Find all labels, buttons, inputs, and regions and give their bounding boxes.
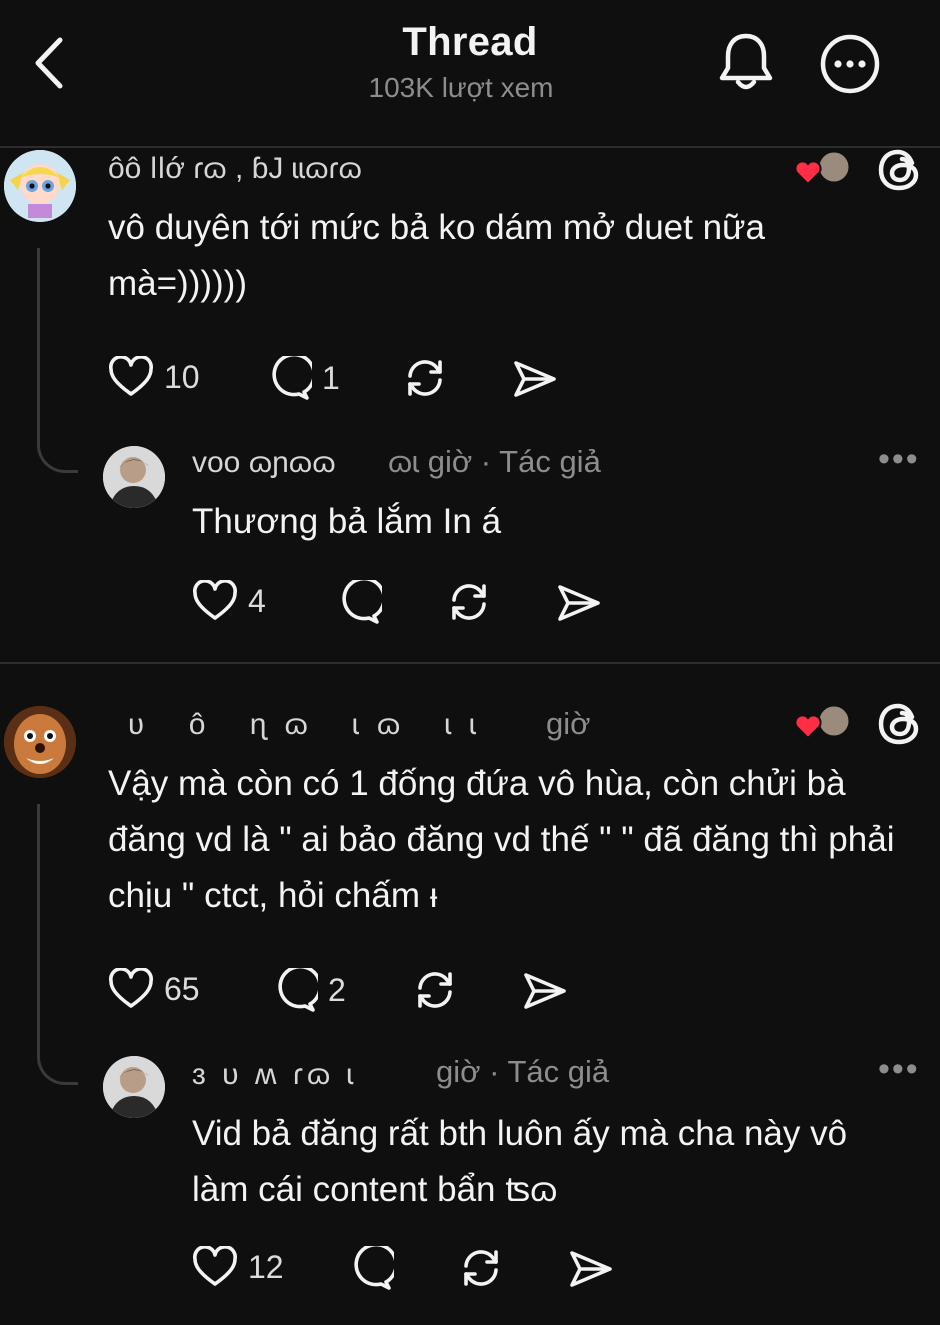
comment-divider (0, 662, 940, 664)
page-title: Thread (402, 20, 538, 64)
heart-icon (109, 356, 153, 396)
comment-time: giờ (546, 706, 591, 741)
threads-logo-icon[interactable] (876, 146, 924, 194)
reply-time-author: giờ · Tác giả (436, 1054, 610, 1089)
comment-bubble-icon (278, 968, 318, 1012)
reply-more-options-icon[interactable]: ••• (878, 1050, 920, 1089)
reply-text: Vid bả đăng rất bth luôn ấy mà cha này v… (192, 1114, 848, 1209)
comment-text: Vậy mà còn có 1 đống đứa vô hùa, còn chử… (108, 764, 895, 915)
avatar[interactable] (4, 150, 76, 222)
view-count: 103K lượt xem (368, 72, 554, 103)
like-button[interactable]: 10 (108, 356, 200, 398)
reply-count: 2 (328, 971, 346, 1008)
like-count: 65 (164, 970, 200, 1007)
avatar-cartoon-icon (4, 150, 76, 222)
bell-icon[interactable] (716, 30, 776, 94)
reply-time-author: ɷɩ giờ · Tác giả (388, 444, 601, 479)
like-count: 10 (164, 358, 200, 395)
comment-bubble-icon (272, 356, 312, 400)
reply-username[interactable]: voo ɷɲɷɷ (192, 446, 336, 480)
like-button[interactable]: 65 (108, 968, 200, 1010)
avatar[interactable] (103, 1056, 165, 1118)
reply-more-options-icon[interactable]: ••• (878, 440, 920, 479)
avatar-photo-icon (103, 446, 165, 508)
repost-icon[interactable] (402, 356, 448, 400)
comment-username[interactable]: ôô ǀǀớ ɾɷ , ɓJ ɩɩɷɾɷ (108, 152, 362, 186)
share-send-icon[interactable] (556, 582, 602, 624)
avatar[interactable] (103, 446, 165, 508)
comment-text: vô duyên tới mức bả ko dám mở duet nữa m… (108, 208, 765, 303)
like-button[interactable]: 12 (192, 1246, 284, 1288)
repost-icon[interactable] (446, 580, 492, 624)
reply-button[interactable]: 1 (266, 356, 340, 400)
thread-connector (37, 804, 78, 1085)
repost-icon[interactable] (458, 1246, 504, 1290)
comment-bubble-icon[interactable] (348, 1246, 394, 1290)
avatar-face-icon (4, 706, 76, 778)
avatar-photo-icon (103, 1056, 165, 1118)
reply-button[interactable]: 2 (272, 968, 346, 1012)
threads-logo-icon[interactable] (876, 700, 924, 748)
like-count: 12 (248, 1248, 284, 1285)
heart-icon (193, 1246, 237, 1286)
top-bar: Thread 103K lượt xem (0, 0, 940, 146)
reply-username[interactable]: ɜ ᴜ ʍ ɾɷ ɩ (192, 1058, 357, 1092)
avatar[interactable] (4, 706, 76, 778)
heart-icon (109, 968, 153, 1008)
share-send-icon[interactable] (568, 1248, 614, 1290)
share-send-icon[interactable] (512, 358, 558, 400)
comment-username[interactable]: ʋ ô ɳɷ ɩɷ ɩɩ (128, 708, 494, 742)
like-count: 4 (248, 582, 266, 619)
author-liked-icon (794, 703, 852, 740)
reply-count: 1 (322, 359, 340, 396)
repost-icon[interactable] (412, 968, 458, 1012)
thread-connector (37, 248, 78, 473)
like-button[interactable]: 4 (192, 580, 266, 622)
share-send-icon[interactable] (522, 970, 568, 1012)
heart-icon (193, 580, 237, 620)
reply-text: Thương bả lắm In á (192, 502, 502, 541)
more-options-icon[interactable] (818, 32, 882, 96)
author-liked-icon (794, 149, 852, 186)
comment-bubble-icon[interactable] (336, 580, 382, 624)
